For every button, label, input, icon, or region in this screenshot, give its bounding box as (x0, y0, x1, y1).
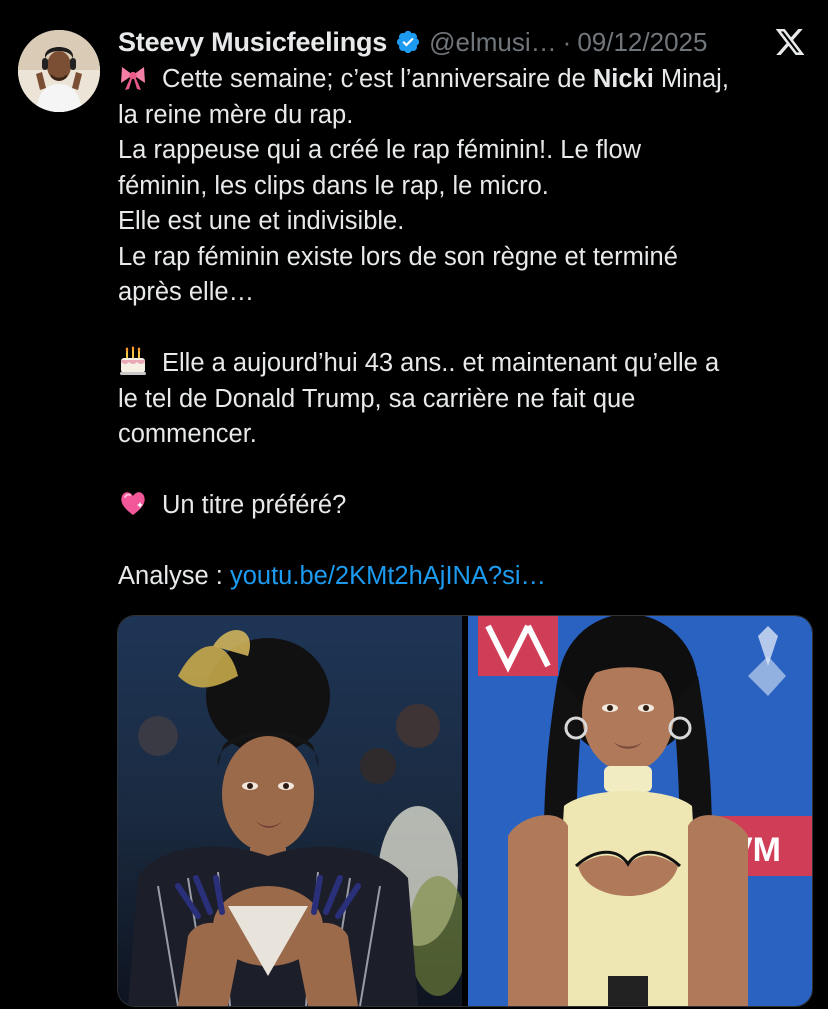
tweet-line-text: Cette semaine; c’est l’anniversaire de (162, 65, 593, 93)
avatar[interactable] (18, 30, 100, 112)
analyse-label: Analyse : (118, 562, 230, 590)
author-handle[interactable]: @elmusi… (429, 27, 557, 58)
author-display-name[interactable]: Steevy Musicfeelings (118, 27, 387, 58)
tweet-line: Analyse : youtu.be/2KMt2hAjINA?si… (118, 559, 808, 595)
sparkling-heart-emoji-icon (118, 488, 148, 518)
tweet-line: Elle a aujourd’hui 43 ans.. et maintenan… (118, 346, 808, 382)
youtube-link[interactable]: youtu.be/2KMt2hAjINA?si… (230, 562, 546, 590)
tweet-line: Le rap féminin existe lors de son règne … (118, 242, 678, 271)
tweet-line: La rappeuse qui a créé le rap féminin!. … (118, 136, 642, 164)
tweet-line-text: Elle a aujourd’hui 43 ans.. et maintenan… (162, 349, 720, 377)
tweet-media-grid: VM (117, 615, 813, 1007)
verified-badge-icon[interactable] (395, 29, 421, 55)
tweet-header: Steevy Musicfeelings @elmusi… · 09/12/20… (118, 22, 818, 62)
tweet-line-text: Minaj, (653, 65, 729, 93)
x-logo-icon[interactable] (774, 26, 806, 58)
tweet-line: Cette semaine; c’est l’anniversaire de N… (118, 62, 808, 98)
tweet-line-text: Un titre préféré? (162, 491, 347, 519)
tweet-line: après elle… (118, 278, 255, 306)
ribbon-emoji-icon (118, 62, 148, 92)
tweet-line: commencer. (118, 420, 257, 448)
tweet-date[interactable]: 09/12/2025 (577, 27, 707, 58)
tweet-line-bold: Nicki (592, 65, 654, 93)
tweet-line: Elle est une et indivisible. (118, 207, 405, 235)
photo-vma-red-carpet[interactable]: VM (468, 616, 812, 1006)
tweet-line: féminin, les clips dans le rap, le micro… (118, 171, 549, 200)
tweet-line: la reine mère du rap. (118, 100, 354, 129)
tweet-line: Un titre préféré? (118, 488, 808, 524)
tweet-text: Cette semaine; c’est l’anniversaire de N… (118, 62, 808, 595)
tweet-line: le tel de Donald Trump, sa carrière ne f… (118, 384, 636, 413)
photo-met-gala[interactable] (118, 616, 462, 1006)
birthday-cake-emoji-icon (118, 346, 148, 376)
header-separator: · (562, 26, 572, 57)
